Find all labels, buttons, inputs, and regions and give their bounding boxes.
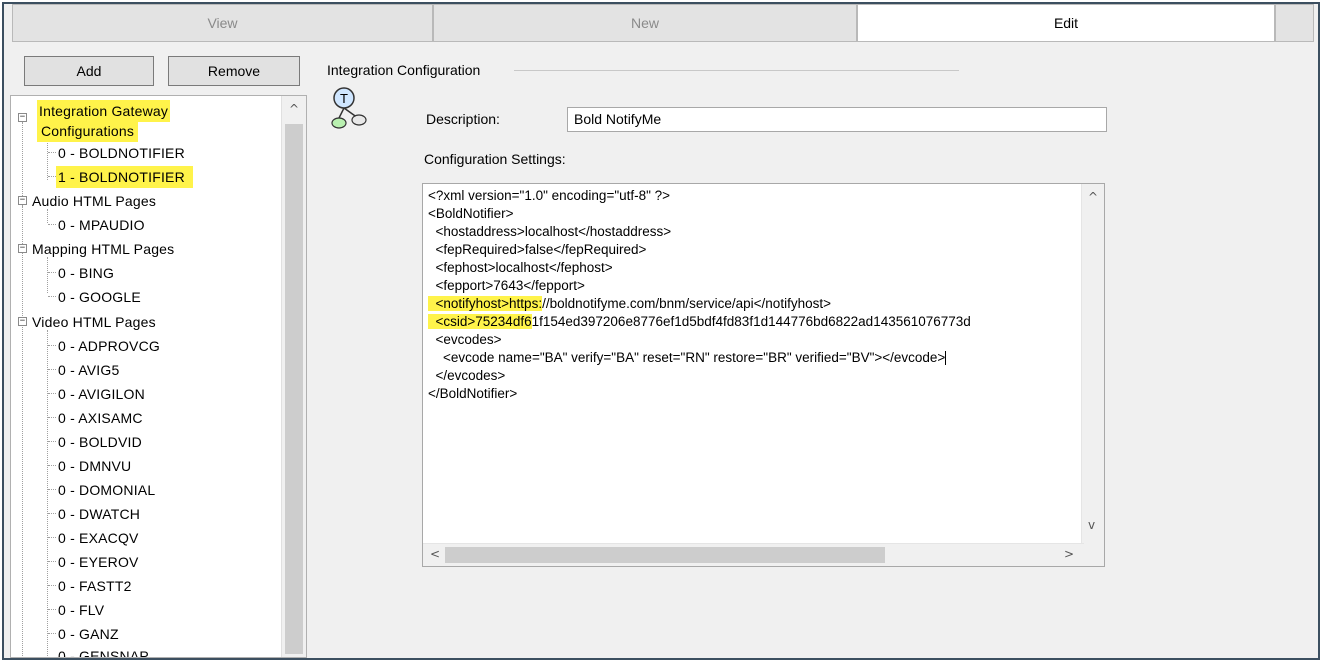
tree-connector: [48, 609, 56, 610]
text-caret: [945, 351, 947, 366]
configuration-settings-label: Configuration Settings:: [424, 151, 566, 167]
tree-guide-line: [47, 140, 48, 180]
tree-content: − − − − Integration Gateway Configuratio…: [11, 96, 283, 657]
tree-connector: [48, 393, 56, 394]
tree-node-avigilon[interactable]: 0 - AVIGILON: [58, 383, 145, 405]
tree-node-1-boldnotifier[interactable]: 1 - BOLDNOTIFIER: [56, 166, 193, 188]
tree-node-dmnvu[interactable]: 0 - DMNVU: [58, 455, 131, 477]
scroll-up-arrow-icon[interactable]: ^: [289, 102, 299, 116]
config-tree[interactable]: − − − − Integration Gateway Configuratio…: [10, 95, 307, 658]
tree-expander-icon[interactable]: −: [18, 113, 27, 122]
tree-connector: [48, 489, 56, 490]
tree-node-integration-gateway[interactable]: Integration Gateway: [37, 100, 171, 122]
xml-line: </evcodes>: [428, 368, 506, 383]
tree-scroll-thumb[interactable]: [285, 124, 303, 654]
xml-text: //boldnotifyme.com/bnm/service/api</noti…: [542, 296, 831, 311]
tree-connector: [48, 465, 56, 466]
tab-edit[interactable]: Edit: [857, 4, 1275, 42]
xml-line: <fephost>localhost</fephost>: [428, 260, 613, 275]
tree-connector: [48, 561, 56, 562]
xml-text: 1f154ed397206e8776ef1d5bdf4fd83f1d144776…: [531, 314, 971, 329]
editor-hscroll-thumb[interactable]: [445, 547, 885, 563]
tree-node-boldvid[interactable]: 0 - BOLDVID: [58, 431, 142, 453]
tab-new-label: New: [630, 15, 659, 31]
tree-node-0-boldnotifier[interactable]: 0 - BOLDNOTIFIER: [58, 142, 185, 164]
highlighted-text: <notifyhost>https:: [428, 296, 543, 311]
tree-node-adprovcg[interactable]: 0 - ADPROVCG: [58, 335, 160, 357]
tree-connector: [48, 441, 56, 442]
tree-connector: [48, 585, 56, 586]
description-label: Description:: [426, 111, 500, 127]
tree-expander-icon[interactable]: −: [18, 317, 27, 326]
xml-line: <evcodes>: [428, 332, 502, 347]
tree-connector: [48, 657, 56, 658]
add-button[interactable]: Add: [24, 56, 154, 86]
remove-button-label: Remove: [207, 63, 261, 79]
tree-vertical-scrollbar[interactable]: ^: [281, 96, 306, 657]
tree-node-avig5[interactable]: 0 - AVIG5: [58, 359, 119, 381]
tree-guide-line: [47, 257, 48, 293]
xml-line-csid: <csid>75234df61f154ed397206e8776ef1d5bdf…: [428, 313, 971, 331]
scroll-left-arrow-icon[interactable]: <: [430, 547, 440, 561]
tree-connector: [48, 345, 56, 346]
xml-line: <fepRequired>false</fepRequired>: [428, 242, 647, 257]
scroll-up-arrow-icon[interactable]: ^: [1088, 190, 1098, 204]
xml-line-notifyhost: <notifyhost>https://boldnotifyme.com/bnm…: [428, 295, 831, 313]
tree-node-configurations[interactable]: Configurations: [37, 120, 139, 142]
group-title: Integration Configuration: [327, 62, 481, 78]
tree-node-bing[interactable]: 0 - BING: [58, 262, 114, 284]
tree-guide-line: [22, 206, 23, 657]
tree-node-flv[interactable]: 0 - FLV: [58, 599, 104, 621]
add-button-label: Add: [76, 63, 102, 79]
xml-text: <evcode name="BA" verify="BA" reset="RN"…: [428, 350, 946, 365]
xml-line: <BoldNotifier>: [428, 206, 514, 221]
tree-node-domonial[interactable]: 0 - DOMONIAL: [58, 479, 155, 501]
tree-connector: [48, 272, 56, 273]
tab-strip-filler: [1275, 4, 1314, 42]
tree-connector: [48, 176, 56, 177]
configuration-settings-editor[interactable]: <?xml version="1.0" encoding="utf-8" ?> …: [422, 183, 1105, 567]
scroll-down-arrow-icon[interactable]: v: [1088, 518, 1095, 532]
tree-node-fastt2[interactable]: 0 - FASTT2: [58, 575, 132, 597]
tree-node-ganz[interactable]: 0 - GANZ: [58, 623, 119, 645]
editor-horizontal-scrollbar[interactable]: < >: [423, 543, 1084, 566]
description-input[interactable]: Bold NotifyMe: [567, 107, 1107, 132]
tree-node-google[interactable]: 0 - GOOGLE: [58, 286, 141, 308]
tree-connector: [48, 537, 56, 538]
xml-line: <?xml version="1.0" encoding="utf-8" ?>: [428, 188, 671, 203]
xml-line-evcode: <evcode name="BA" verify="BA" reset="RN"…: [428, 349, 947, 367]
tree-node-video-html-pages[interactable]: Video HTML Pages: [32, 311, 156, 333]
remove-button[interactable]: Remove: [168, 56, 300, 86]
tree-connector: [48, 417, 56, 418]
tree-node-eyerov[interactable]: 0 - EYEROV: [58, 551, 139, 573]
integration-tree-icon: T: [330, 86, 370, 130]
editor-vertical-scrollbar[interactable]: ^ v: [1081, 184, 1104, 566]
xml-line: <hostaddress>localhost</hostaddress>: [428, 224, 672, 239]
tree-node-audio-html-pages[interactable]: Audio HTML Pages: [32, 190, 156, 212]
xml-line: </BoldNotifier>: [428, 386, 518, 401]
tab-view-label: View: [207, 15, 238, 31]
tab-view[interactable]: View: [12, 4, 433, 42]
group-divider: [514, 70, 959, 71]
tree-connector: [48, 513, 56, 514]
tree-expander-icon[interactable]: −: [18, 196, 27, 205]
svg-text:T: T: [340, 91, 348, 106]
tree-expander-icon[interactable]: −: [18, 244, 27, 253]
tree-connector: [48, 296, 56, 297]
tree-node-exacqv[interactable]: 0 - EXACQV: [58, 527, 139, 549]
tree-connector: [48, 224, 56, 225]
tree-node-axisamc[interactable]: 0 - AXISAMC: [58, 407, 143, 429]
tree-node-dwatch[interactable]: 0 - DWATCH: [58, 503, 140, 525]
tab-edit-label: Edit: [1053, 15, 1079, 31]
tree-node-gensnap[interactable]: 0 - GENSNAP: [58, 645, 149, 657]
tab-new[interactable]: New: [433, 4, 857, 42]
highlighted-text: <csid>75234df6: [428, 314, 532, 329]
tree-connector: [48, 633, 56, 634]
tree-connector: [48, 152, 56, 153]
tree-connector: [48, 369, 56, 370]
tree-node-mpaudio[interactable]: 0 - MPAUDIO: [58, 214, 145, 236]
xml-line: <fepport>7643</fepport>: [428, 278, 585, 293]
tree-node-mapping-html-pages[interactable]: Mapping HTML Pages: [32, 238, 174, 260]
scroll-right-arrow-icon[interactable]: >: [1064, 547, 1074, 561]
